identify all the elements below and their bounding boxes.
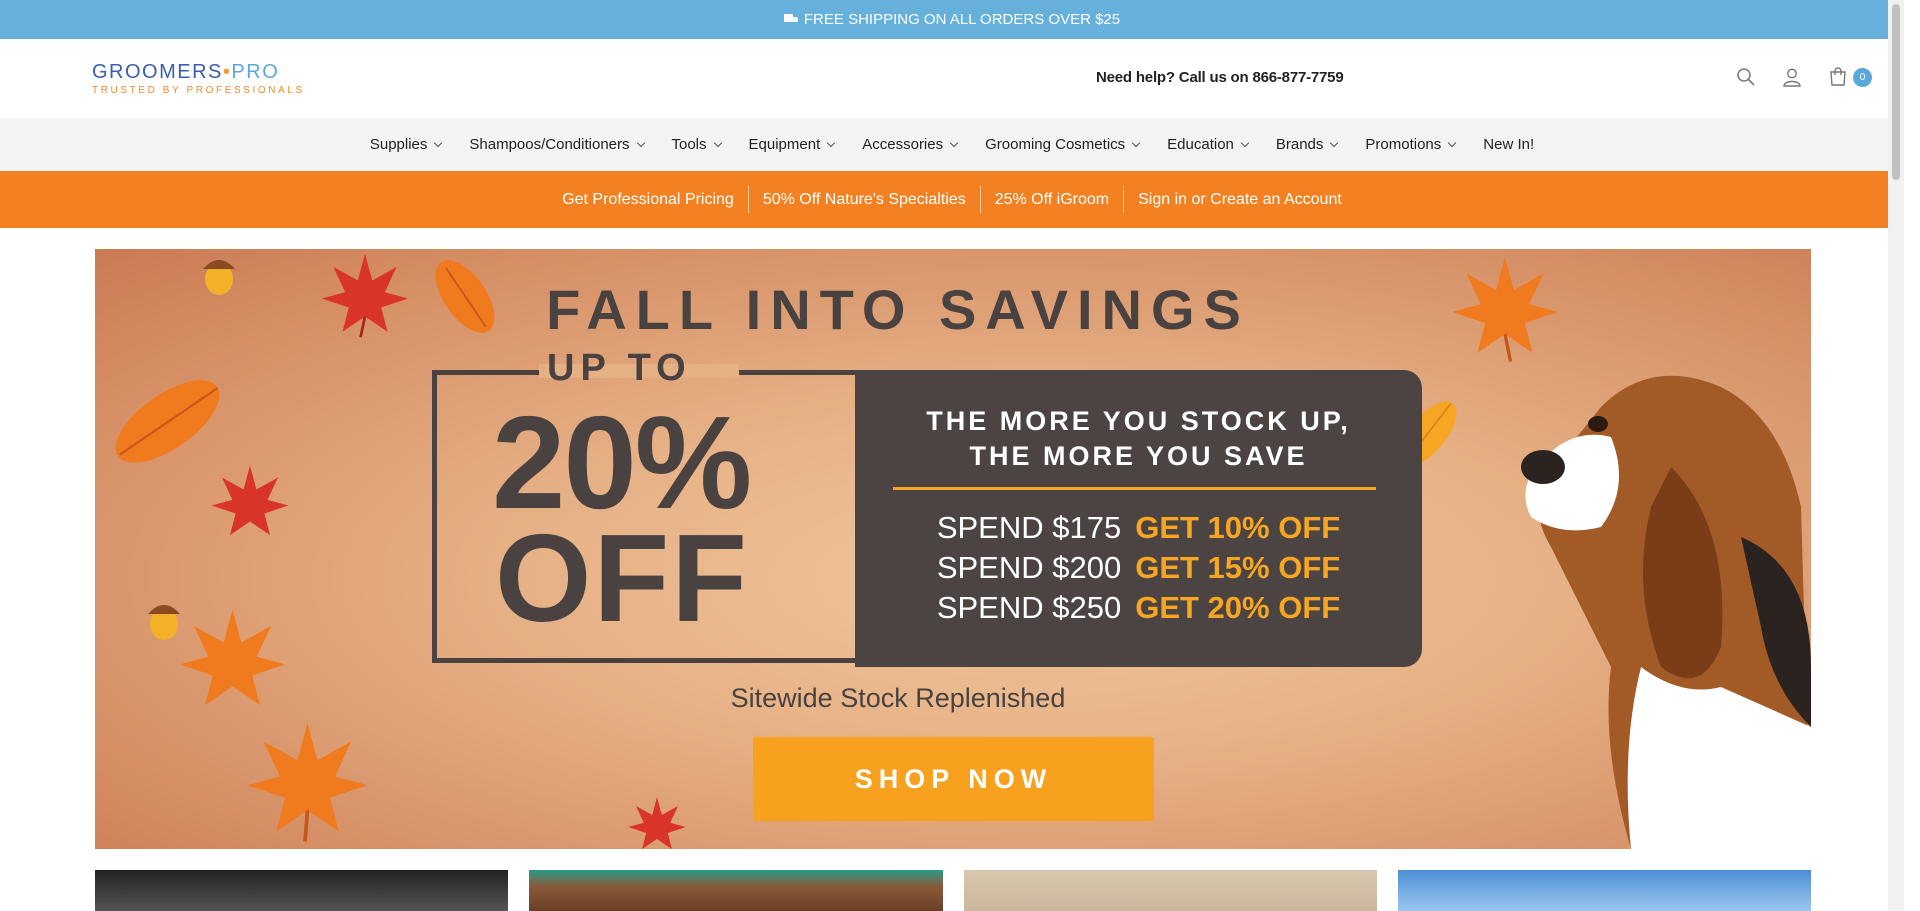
truck-icon [783,14,798,25]
nav-item-education[interactable]: Education [1153,136,1262,153]
site-header: GROOMERS•PRO TRUSTED BY PROFESSIONALS Ne… [0,39,1904,118]
promo-link[interactable]: 25% Off iGroom [979,186,1123,213]
tier-row: SPEND $200 GET 15% OFF [855,550,1422,586]
hero-banner[interactable]: FALL INTO SAVINGS UP TO 20% OFF THE MORE… [95,249,1811,849]
nav-item-new-in[interactable]: New In! [1469,136,1548,153]
tier-row: SPEND $250 GET 20% OFF [855,590,1422,626]
logo[interactable]: GROOMERS•PRO TRUSTED BY PROFESSIONALS [92,61,305,96]
hero-subtitle: Sitewide Stock Replenished [730,683,1066,713]
promo-link[interactable]: Sign in or Create an Account [1123,186,1356,213]
nav-item-label: Brands [1275,136,1324,153]
tier-row: SPEND $175 GET 10% OFF [855,510,1422,546]
maple-leaf-icon [628,797,686,849]
nav-item-accessories[interactable]: Accessories [848,136,971,153]
promo-link[interactable]: 50% Off Nature's Specialties [747,186,980,213]
shop-now-button[interactable]: SHOP NOW [753,737,1154,821]
category-tile[interactable] [529,870,943,911]
cart-count-badge: 0 [1853,67,1872,87]
nav-item-label: Grooming Cosmetics [985,136,1126,153]
chevron-down-icon [949,138,959,148]
nav-item-shampoos-conditioners[interactable]: Shampoos/Conditioners [455,136,657,153]
nav-item-equipment[interactable]: Equipment [735,136,849,153]
nav-item-label: Accessories [862,136,944,153]
tier-tagline-line2: THE MORE YOU SAVE [969,441,1308,471]
cart-button[interactable]: 0 [1827,66,1872,88]
header-icons: 0 [1735,66,1872,88]
nav-item-tools[interactable]: Tools [658,136,735,153]
tier-tagline-line1: THE MORE YOU STOCK UP, [926,406,1351,436]
tier-spend: SPEND $200 [936,550,1122,585]
tier-divider [893,487,1376,490]
tier-spend: SPEND $250 [936,590,1122,625]
category-tile[interactable] [1397,870,1811,911]
category-tile[interactable] [963,870,1377,911]
nav-item-label: Shampoos/Conditioners [469,136,630,153]
tier-discount: GET 10% OFF [1135,510,1341,545]
up-to-label: UP TO [547,347,692,389]
tier-discount: GET 20% OFF [1135,590,1341,625]
category-tiles [95,870,1811,911]
tier-tagline: THE MORE YOU STOCK UP, THE MORE YOU SAVE [855,404,1422,474]
scrollbar-thumb[interactable] [1892,4,1900,180]
chevron-down-icon [1131,138,1141,148]
logo-text-pro: PRO [231,61,280,83]
nav-item-label: Supplies [369,136,428,153]
logo-text-main: GROOMERS [92,61,223,83]
promo-link[interactable]: Get Professional Pricing [548,186,748,213]
logo-tagline: TRUSTED BY PROFESSIONALS [92,85,305,96]
cart-icon [1827,66,1849,88]
nav-item-label: Tools [671,136,707,153]
maple-leaf-icon [247,722,368,842]
scrollbar[interactable] [1888,0,1904,911]
promo-bar: Get Professional Pricing 50% Off Nature's… [0,171,1904,228]
nav-item-label: Promotions [1365,136,1442,153]
logo-wordmark: GROOMERS•PRO [92,61,305,84]
discount-off-label: OFF [495,510,749,648]
chevron-down-icon [827,138,836,148]
announcement-bar: FREE SHIPPING ON ALL ORDERS OVER $25 [0,0,1904,39]
category-tile[interactable] [95,870,509,911]
chevron-down-icon [1240,138,1250,148]
search-icon[interactable] [1735,66,1757,88]
tier-panel: THE MORE YOU STOCK UP, THE MORE YOU SAVE… [855,370,1422,667]
chevron-down-icon [1448,138,1457,148]
announcement-text: FREE SHIPPING ON ALL ORDERS OVER $25 [803,11,1121,28]
chevron-down-icon [1330,138,1339,148]
main-nav: Supplies Shampoos/Conditioners Tools Equipm… [0,118,1904,171]
nav-item-label: Equipment [748,136,821,153]
user-icon[interactable] [1781,66,1803,88]
tier-spend: SPEND $175 [936,510,1122,545]
nav-item-brands[interactable]: Brands [1262,136,1352,153]
nav-item-promotions[interactable]: Promotions [1351,136,1469,153]
chevron-down-icon [713,138,722,148]
nav-item-grooming-cosmetics[interactable]: Grooming Cosmetics [971,136,1153,153]
hero-headline: FALL INTO SAVINGS [546,278,1250,341]
nav-item-label: Education [1167,136,1234,153]
page: FREE SHIPPING ON ALL ORDERS OVER $25 GRO… [0,0,1904,911]
chevron-down-icon [434,138,443,148]
chevron-down-icon [636,138,645,148]
nav-item-label: New In! [1483,136,1535,153]
help-phone-text[interactable]: Need help? Call us on 866-877-7759 [1096,69,1344,86]
tier-discount: GET 15% OFF [1135,550,1341,585]
nav-item-supplies[interactable]: Supplies [356,136,456,153]
maple-leaf-icon [211,465,289,536]
beagle-image [1521,375,1811,849]
